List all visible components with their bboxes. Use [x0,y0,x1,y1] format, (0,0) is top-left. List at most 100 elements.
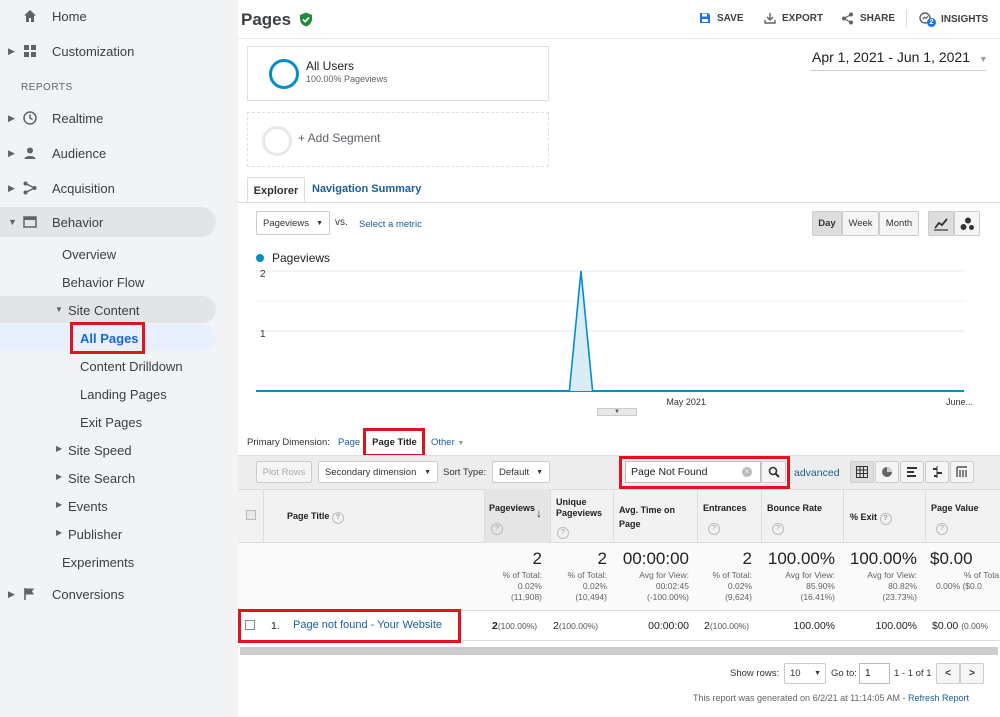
dimension-page-link[interactable]: Page [338,437,360,448]
insights-button[interactable]: 2 INSIGHTS [919,12,988,27]
nav-exit-pages[interactable]: Exit Pages [80,415,142,430]
tab-explorer[interactable]: Explorer [247,177,305,203]
nav-overview[interactable]: Overview [62,247,116,262]
refresh-report-link[interactable]: Refresh Report [908,693,969,703]
nav-content-drilldown[interactable]: Content Drilldown [80,359,183,374]
col-header-pageviews[interactable]: Pageviews [489,503,535,513]
col-header-bounce-label: Bounce Rate [767,503,823,513]
rows-select[interactable]: 10 ▼ [784,663,826,684]
view-comparison-button[interactable] [925,461,949,483]
nav-home[interactable]: Home [0,1,238,31]
col-header-page-title[interactable]: Page Title ? [287,511,344,524]
col-header-entrances-label: Entrances [703,503,747,513]
total-entrances-sub: % of Total: 0.02% (9,624) [712,570,752,602]
dimension-other[interactable]: Other ▼ [431,437,464,448]
nav-site-search[interactable]: Site Search [68,471,135,486]
nav-site-content[interactable]: ▼ Site Content [0,296,216,323]
col-header-value[interactable]: Page Value [931,503,979,513]
export-label: EXPORT [782,12,824,24]
nav-landing-pages[interactable]: Landing Pages [80,387,167,402]
caret-right-icon: ▶ [56,500,63,509]
date-range[interactable]: Apr 1, 2021 - Jun 1, 2021 ▼ [812,49,988,65]
nav-behavior[interactable]: ▼ Behavior [0,207,216,237]
horizontal-scrollbar[interactable] [240,647,998,655]
save-icon [700,13,710,23]
nav-customization[interactable]: ▶ Customization [0,36,238,66]
sort-type-select[interactable]: Default ▼ [492,461,550,483]
nav-acquisition[interactable]: ▶ Acquisition [0,173,238,203]
goto-input[interactable]: 1 [859,663,890,684]
add-segment-label: + Add Segment [298,131,381,145]
week-button[interactable]: Week [842,211,879,236]
secondary-dimension-select[interactable]: Secondary dimension ▼ [318,461,438,483]
date-underline [810,70,986,71]
day-button[interactable]: Day [812,211,842,236]
help-icon[interactable]: ? [772,517,784,535]
month-button[interactable]: Month [879,211,919,236]
behavior-icon [22,214,38,230]
row-unique: 2(100.00%) [553,620,599,632]
view-performance-button[interactable] [900,461,924,483]
nav-site-speed[interactable]: Site Speed [68,443,132,458]
caret-right-icon: ▶ [8,45,15,56]
bar-chart-icon [907,467,917,477]
sort-type-value: Default [499,466,530,478]
col-header-entrances[interactable]: Entrances [703,503,747,513]
add-segment[interactable]: + Add Segment [247,112,549,167]
dashboard-icon [22,43,38,59]
total-pageviews: 2 [532,549,542,568]
help-icon[interactable]: ? [331,512,344,524]
col-header-unique[interactable]: Unique Pageviews [556,497,612,519]
segment-name: All Users [306,59,355,73]
chart-collapse-handle[interactable]: ▼ [597,408,637,416]
sort-desc-icon[interactable]: ↓ [536,506,542,520]
help-icon[interactable]: ? [557,521,569,539]
segment-all-users[interactable]: All Users 100.00% Pageviews [247,46,549,101]
row-exit: 100.00% [875,620,917,632]
main-content: Pages SAVE EXPORT SHARE 2 INSIGHTS All U… [238,0,1000,717]
nav-publisher[interactable]: Publisher [68,527,122,542]
view-pivot-button[interactable] [950,461,974,483]
tab-navigation-summary[interactable]: Navigation Summary [312,183,421,195]
nav-behavior-flow[interactable]: Behavior Flow [62,275,144,290]
total-unique: 2 [597,549,607,568]
share-button[interactable]: SHARE [841,12,895,25]
nav-realtime[interactable]: ▶ Realtime [0,103,238,133]
select-metric-link[interactable]: Select a metric [359,219,422,230]
nav-conversions[interactable]: ▶ Conversions [0,579,238,609]
view-pie-button[interactable] [875,461,899,483]
help-icon[interactable]: ? [708,517,720,535]
tab-divider [238,202,1000,203]
total-avg-time: 00:00:00 [622,549,689,568]
save-button[interactable]: SAVE [699,12,744,24]
nav-audience[interactable]: ▶ Audience [0,138,238,168]
segment-circle-icon [269,59,299,89]
col-header-avg-time[interactable]: Avg. Time on Page [619,503,691,531]
secondary-dimension-label: Secondary dimension [325,466,417,478]
help-icon[interactable]: ? [879,513,892,525]
person-icon [22,145,38,161]
metric-select[interactable]: Pageviews ▼ [256,211,330,235]
line-chart-button[interactable] [928,211,954,236]
motion-chart-button[interactable] [954,211,980,236]
page-range: 1 - 1 of 1 [894,668,932,679]
y-tick-label: 1 [260,329,266,340]
header-divider [238,38,1000,39]
plot-rows-button[interactable]: Plot Rows [256,461,312,483]
help-icon[interactable]: ? [936,517,948,535]
next-page-button[interactable]: > [960,663,984,684]
highlight-box [363,428,425,457]
export-button[interactable]: EXPORT [764,12,823,24]
col-header-bounce[interactable]: Bounce Rate [767,503,822,513]
nav-events[interactable]: Events [68,499,108,514]
select-all-checkbox[interactable] [246,510,256,520]
nav-conversions-label: Conversions [52,586,125,602]
download-icon [764,13,776,24]
nav-experiments[interactable]: Experiments [62,555,134,570]
help-icon[interactable]: ? [491,517,503,535]
report-footer: This report was generated on 6/2/21 at 1… [693,693,969,703]
view-table-button[interactable] [850,461,874,483]
advanced-link[interactable]: advanced [794,467,840,479]
col-header-exit[interactable]: % Exit ? [850,512,892,525]
prev-page-button[interactable]: < [936,663,960,684]
